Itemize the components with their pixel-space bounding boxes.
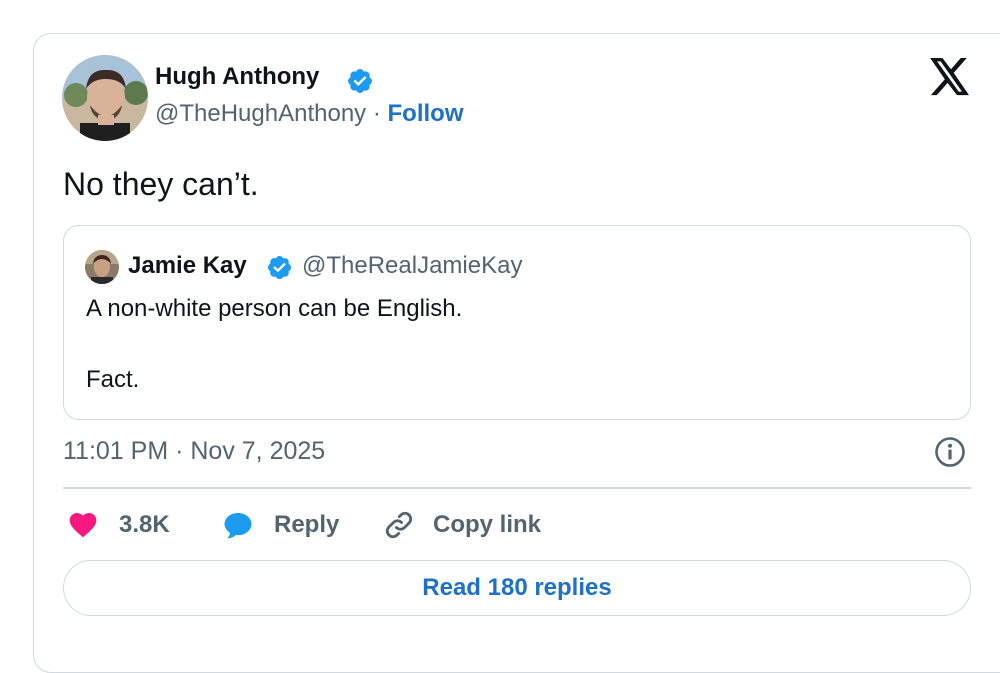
info-icon[interactable] bbox=[934, 436, 966, 468]
author-name[interactable]: Hugh Anthony bbox=[155, 63, 319, 91]
tweet-text: No they can’t. bbox=[63, 166, 259, 202]
quoted-author-handle[interactable]: @TheRealJamieKay bbox=[302, 252, 522, 280]
reply-button[interactable]: Reply bbox=[220, 505, 339, 545]
copy-link-label: Copy link bbox=[433, 511, 542, 538]
reply-label: Reply bbox=[274, 511, 340, 538]
author-handle-line: @TheHughAnthony · Follow bbox=[155, 100, 464, 128]
quoted-author-name[interactable]: Jamie Kay bbox=[128, 252, 247, 280]
quoted-tweet-text-line: Fact. bbox=[86, 366, 140, 393]
tweet-timestamp[interactable]: 11:01 PM · Nov 7, 2025 bbox=[63, 437, 325, 466]
author-photo bbox=[62, 55, 148, 141]
quoted-author-avatar[interactable] bbox=[85, 250, 119, 284]
read-replies-button[interactable]: Read 180 replies bbox=[63, 560, 971, 616]
verified-badge-icon bbox=[348, 69, 372, 93]
quoted-verified-badge-icon bbox=[267, 255, 292, 280]
like-button[interactable]: 3.8K bbox=[66, 505, 170, 545]
read-replies-label: Read 180 replies bbox=[422, 574, 612, 601]
divider bbox=[63, 487, 971, 489]
x-logo-icon[interactable] bbox=[929, 58, 971, 96]
like-count: 3.8K bbox=[119, 511, 170, 538]
author-handle[interactable]: @TheHughAnthony bbox=[155, 100, 366, 127]
handle-separator: · bbox=[372, 100, 381, 127]
link-icon bbox=[385, 511, 413, 539]
author-avatar[interactable] bbox=[62, 55, 148, 141]
quoted-tweet-text-line: A non-white person can be English. bbox=[86, 295, 463, 322]
follow-link[interactable]: Follow bbox=[388, 100, 464, 127]
copy-link-button[interactable]: Copy link bbox=[382, 505, 541, 545]
heart-icon bbox=[69, 513, 97, 538]
quoted-author-photo bbox=[85, 250, 119, 284]
reply-bubble-icon bbox=[224, 512, 252, 539]
